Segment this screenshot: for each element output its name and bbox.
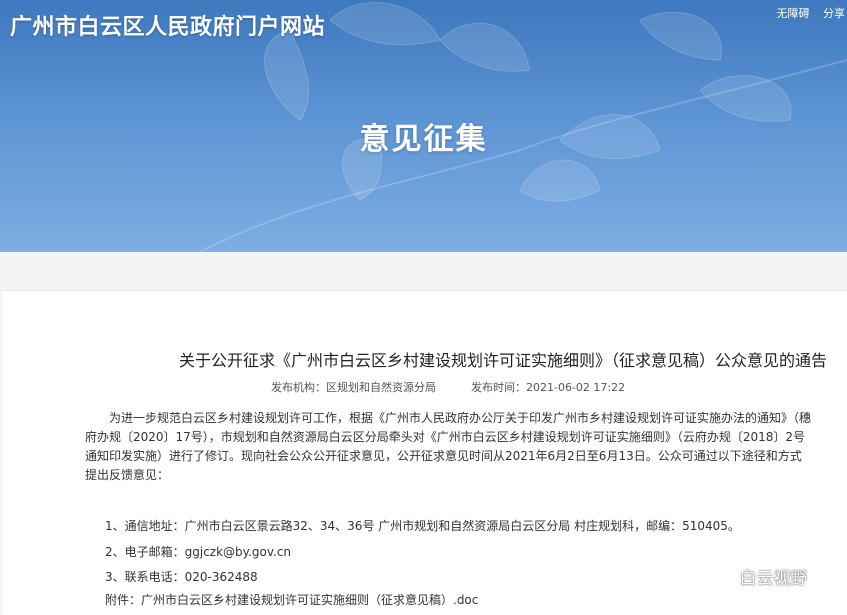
intro-paragraph: 为进一步规范白云区乡村建设规划许可工作，根据《广州市人民政府办公厅关于印发广州市… xyxy=(85,411,812,482)
article-title: 关于公开征求《广州市白云区乡村建设规划许可证实施细则》（征求意见稿）公众意见的通… xyxy=(178,351,827,370)
header-banner: 广州市白云区人民政府门户网站 无障碍 分享 意见征集 xyxy=(0,0,847,252)
share-link[interactable]: 分享 xyxy=(823,7,845,20)
article-body: 为进一步规范白云区乡村建设规划许可工作，根据《广州市人民政府办公厅关于印发广州市… xyxy=(85,409,813,485)
attachment-link[interactable]: 附件：广州市白云区乡村建设规划许可证实施细则（征求意见稿）.doc xyxy=(105,591,478,608)
publisher: 发布机构：区规划和自然资源分局 xyxy=(271,381,436,394)
contact-address: 1、通信地址：广州市白云区景云路32、34、36号 广州市规划和自然资源局白云区… xyxy=(105,519,740,533)
publish-time: 发布时间：2021-06-02 17:22 xyxy=(471,381,626,394)
contact-phone: 3、联系电话：020-362488 xyxy=(105,570,258,584)
site-title[interactable]: 广州市白云区人民政府门户网站 xyxy=(10,9,325,41)
contact-email[interactable]: 2、电子邮箱：ggjczk@by.gov.cn xyxy=(105,543,291,560)
watermark: 白云视野 xyxy=(702,564,807,593)
accessibility-link[interactable]: 无障碍 xyxy=(777,7,810,20)
section-title: 意见征集 xyxy=(359,122,488,157)
watermark-text: 白云视野 xyxy=(739,569,808,589)
top-links: 无障碍 分享 xyxy=(767,5,846,21)
wechat-icon xyxy=(702,566,728,593)
spacer xyxy=(0,252,847,290)
